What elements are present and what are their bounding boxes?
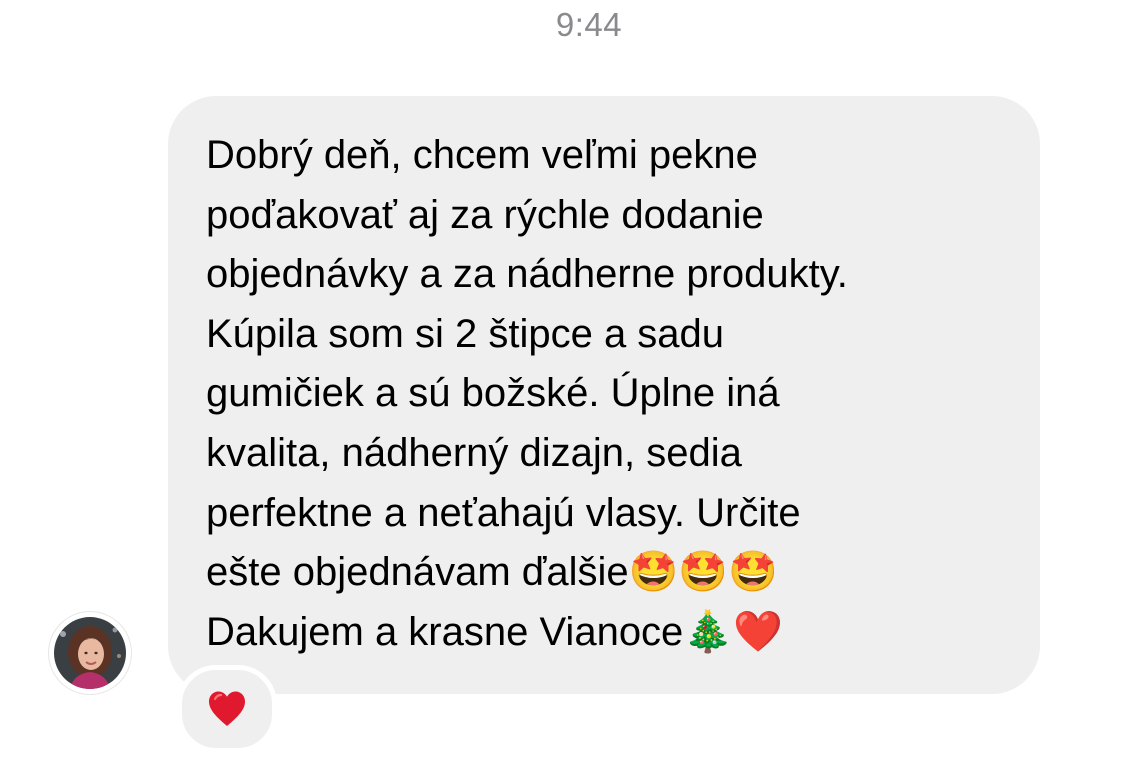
message-line: poďakovať aj za rýchle dodanie: [206, 192, 764, 237]
message-bubble[interactable]: Dobrý deň, chcem veľmi pekne poďakovať a…: [168, 96, 1040, 694]
profile-photo-avatar: [51, 614, 129, 692]
message-timestamp: 9:44: [555, 6, 623, 43]
message-line: perfektne a neťahajú vlasy. Určite: [206, 490, 801, 535]
red-heart-icon: [209, 691, 245, 726]
heart-reaction-badge[interactable]: [177, 665, 277, 753]
message-line: ešte objednávam ďalšie🤩🤩🤩: [206, 550, 779, 595]
message-line: objednávky a za nádherne produkty.: [206, 252, 848, 297]
message-line: Dakujem a krasne Vianoce🎄❤️: [206, 609, 783, 654]
message-line: Dobrý deň, chcem veľmi pekne: [206, 133, 758, 177]
message-line: Kúpila som si 2 štipce a sadu: [206, 311, 725, 356]
message-line: gumičiek a sú božské. Úplne iná: [206, 371, 780, 416]
message-line: kvalita, nádherný dizajn, sedia: [206, 430, 742, 475]
sender-avatar[interactable]: [49, 612, 131, 694]
